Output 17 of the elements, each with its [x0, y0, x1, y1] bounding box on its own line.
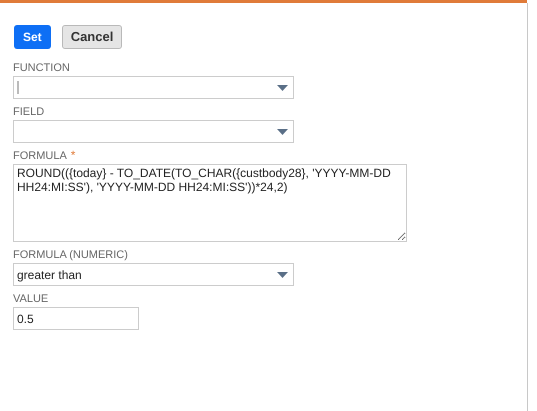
field-label: FUNCTION [13, 62, 70, 75]
dropdown-arrow-icon [277, 272, 288, 278]
dropdown-arrow-icon [277, 128, 288, 134]
dropdown-field[interactable] [13, 76, 294, 99]
field-label: FORMULA (NUMERIC) [13, 249, 128, 262]
required-mark: * [70, 150, 76, 161]
field-label: FIELD [13, 106, 44, 119]
set-button[interactable]: Set [14, 25, 51, 49]
dropdown-field[interactable] [13, 120, 294, 143]
field-label: VALUE [13, 293, 48, 306]
cancel-button[interactable]: Cancel [62, 25, 122, 49]
value-input[interactable]: 0.5 [13, 307, 139, 330]
field-label: FORMULA [13, 150, 67, 163]
dropdown-value: greater than [17, 266, 82, 284]
formula-textarea[interactable]: ROUND(({today} - TO_DATE(TO_CHAR({custbody28}, 'YYYY-MM-DD HH24:MI:SS'), 'YYYY-MM-DD HH24:MI:SS'))*24,2) [13, 164, 407, 242]
dropdown-field[interactable]: greater than [13, 263, 294, 286]
dropdown-arrow-icon [277, 84, 288, 90]
